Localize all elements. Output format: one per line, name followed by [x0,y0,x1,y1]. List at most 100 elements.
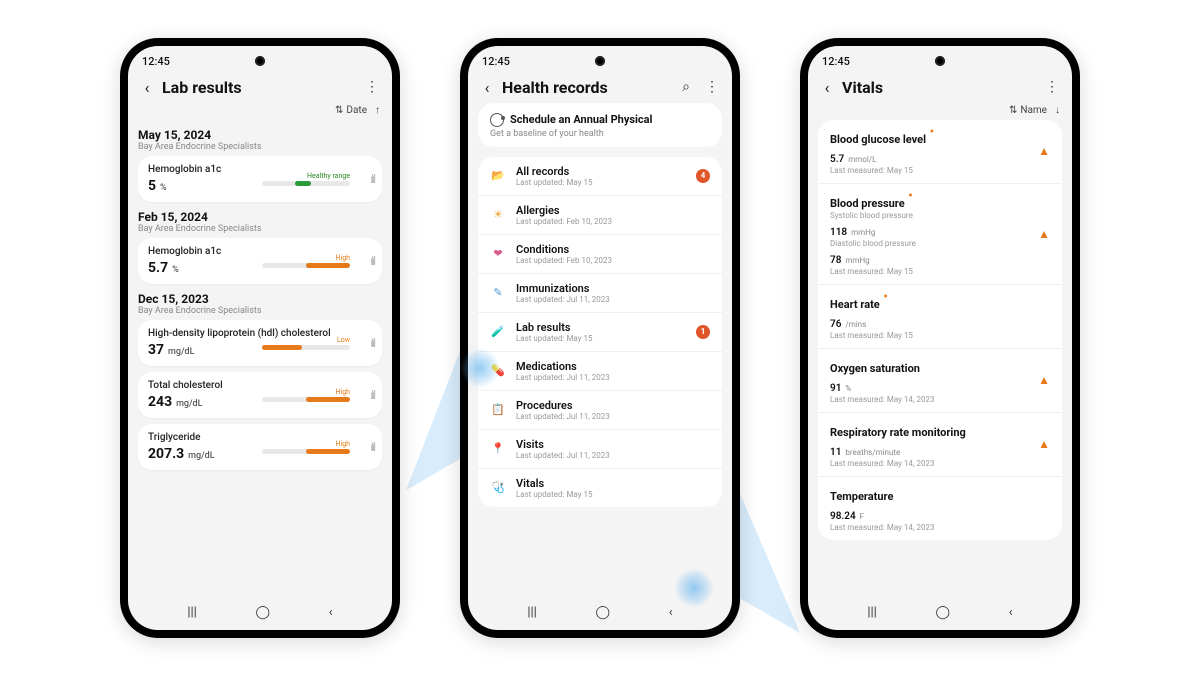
stethoscope-icon [490,113,504,127]
page-title: Health records [502,78,670,97]
nav-home-icon[interactable]: ◯ [256,605,271,620]
vital-row[interactable]: Heart rate • 76 /mins Last measured: May… [818,285,1062,349]
vital-row[interactable]: Blood pressure • Systolic blood pressure… [818,184,1062,285]
range-label: Low [262,336,350,344]
status-bar: 12:45 [808,46,1072,70]
category-label: Conditions [516,243,710,256]
range-bar: High [262,440,350,454]
vital-value: 76 [830,319,841,330]
record-category-row[interactable]: ❤ Conditions Last updated: Feb 10, 2023 [478,235,722,274]
sort-direction-icon[interactable]: ↑ [375,105,380,116]
category-label: Visits [516,438,710,451]
sort-button[interactable]: ⇅ Name [1009,105,1047,116]
lab-result-card[interactable]: Hemoglobin a1c 5 % Healthy range ılıl [138,156,382,202]
back-icon[interactable]: ‹ [818,78,836,97]
category-updated: Last updated: Jul 11, 2023 [516,412,710,421]
chart-icon[interactable]: ılıl [370,388,374,402]
range-label: High [262,388,350,396]
vital-row[interactable]: Oxygen saturation 91 % Last measured: Ma… [818,349,1062,413]
lab-value: 5.7 [148,260,168,276]
promo-card[interactable]: Schedule an Annual Physical Get a baseli… [478,103,722,147]
bp-systolic-value: 118 [830,227,847,238]
warning-icon: ▲ [1038,227,1050,241]
vital-name: Heart rate [830,298,880,311]
chart-icon[interactable]: ılıl [370,172,374,186]
warning-icon: ▲ [1038,144,1050,158]
nav-back-icon[interactable]: ‹ [669,605,673,620]
record-category-row[interactable]: 📋 Procedures Last updated: Jul 11, 2023 [478,391,722,430]
category-icon: 📂 [490,168,506,184]
back-icon[interactable]: ‹ [138,78,156,97]
vital-row[interactable]: Temperature 98.24 F Last measured: May 1… [818,477,1062,540]
clock: 12:45 [822,55,850,68]
vital-value: 11 [830,447,841,458]
warning-icon: ▲ [1038,373,1050,387]
lab-result-card[interactable]: Hemoglobin a1c 5.7 % High ılıl [138,238,382,284]
category-icon: 📍 [490,441,506,457]
sort-direction-icon[interactable]: ↓ [1055,105,1060,116]
range-label: High [262,254,350,262]
vital-value: 91 [830,383,841,394]
category-updated: Last updated: May 15 [516,490,710,499]
nav-home-icon[interactable]: ◯ [596,605,611,620]
lab-value: 37 [148,342,164,358]
sort-button[interactable]: ⇅ Date [335,105,367,116]
record-category-row[interactable]: ✎ Immunizations Last updated: Jul 11, 20… [478,274,722,313]
provider-name: Bay Area Endocrine Specialists [138,306,382,316]
lab-unit: % [172,265,179,275]
records-list: 📂 All records Last updated: May 15 4 ☀ A… [478,157,722,507]
vital-row[interactable]: Blood glucose level • 5.7 mmol/L Last me… [818,120,1062,184]
lab-value: 207.3 [148,446,184,462]
record-category-row[interactable]: ☀ Allergies Last updated: Feb 10, 2023 [478,196,722,235]
range-label: High [262,440,350,448]
range-bar: Low [262,336,350,350]
nav-bar: ||| ◯ ‹ [468,600,732,630]
chart-icon[interactable]: ılıl [370,254,374,268]
record-category-row[interactable]: 🧪 Lab results Last updated: May 15 1 [478,313,722,352]
chart-icon[interactable]: ılıl [370,336,374,350]
category-updated: Last updated: Jul 11, 2023 [516,373,710,382]
chart-icon[interactable]: ılıl [370,440,374,454]
nav-bar: ||| ◯ ‹ [808,600,1072,630]
range-label: Healthy range [262,172,350,180]
nav-home-icon[interactable]: ◯ [936,605,951,620]
category-icon: 🧪 [490,324,506,340]
notification-badge: 1 [696,325,710,339]
promo-subtitle: Get a baseline of your health [490,129,710,139]
search-icon[interactable]: ⌕ [676,79,696,95]
lab-result-card[interactable]: Total cholesterol 243 mg/dL High ılıl [138,372,382,418]
more-icon[interactable]: ⋮ [702,79,722,95]
back-icon[interactable]: ‹ [478,78,496,97]
record-category-row[interactable]: 📍 Visits Last updated: Jul 11, 2023 [478,430,722,469]
category-updated: Last updated: Feb 10, 2023 [516,256,710,265]
alert-dot-icon: • [880,289,888,305]
bp-systolic-label: Systolic blood pressure [830,211,1050,220]
category-icon: 📋 [490,402,506,418]
record-category-row[interactable]: 📂 All records Last updated: May 15 4 [478,157,722,196]
nav-bar: ||| ◯ ‹ [128,600,392,630]
lab-unit: mg/dL [168,347,194,357]
nav-recents-icon[interactable]: ||| [527,605,537,620]
category-icon: 💊 [490,363,506,379]
more-icon[interactable]: ⋮ [1042,79,1062,95]
range-bar: High [262,388,350,402]
date-header: Feb 15, 2024 [138,210,382,224]
record-category-row[interactable]: 💊 Medications Last updated: Jul 11, 2023 [478,352,722,391]
nav-recents-icon[interactable]: ||| [187,605,197,620]
vital-row[interactable]: Respiratory rate monitoring 11 breaths/m… [818,413,1062,477]
nav-back-icon[interactable]: ‹ [1009,605,1013,620]
category-icon: ☀ [490,207,506,223]
category-icon: 🩺 [490,480,506,496]
vital-last-measured: Last measured: May 14, 2023 [830,523,1050,532]
record-category-row[interactable]: 🩺 Vitals Last updated: May 15 [478,469,722,507]
clock: 12:45 [482,55,510,68]
nav-back-icon[interactable]: ‹ [329,605,333,620]
lab-result-card[interactable]: High-density lipoprotein (hdl) cholester… [138,320,382,366]
more-icon[interactable]: ⋮ [362,79,382,95]
lab-unit: mg/dL [188,451,214,461]
category-updated: Last updated: Feb 10, 2023 [516,217,710,226]
lab-result-card[interactable]: Triglyceride 207.3 mg/dL High ılıl [138,424,382,470]
nav-recents-icon[interactable]: ||| [867,605,877,620]
category-icon: ❤ [490,246,506,262]
lab-value: 243 [148,394,172,410]
